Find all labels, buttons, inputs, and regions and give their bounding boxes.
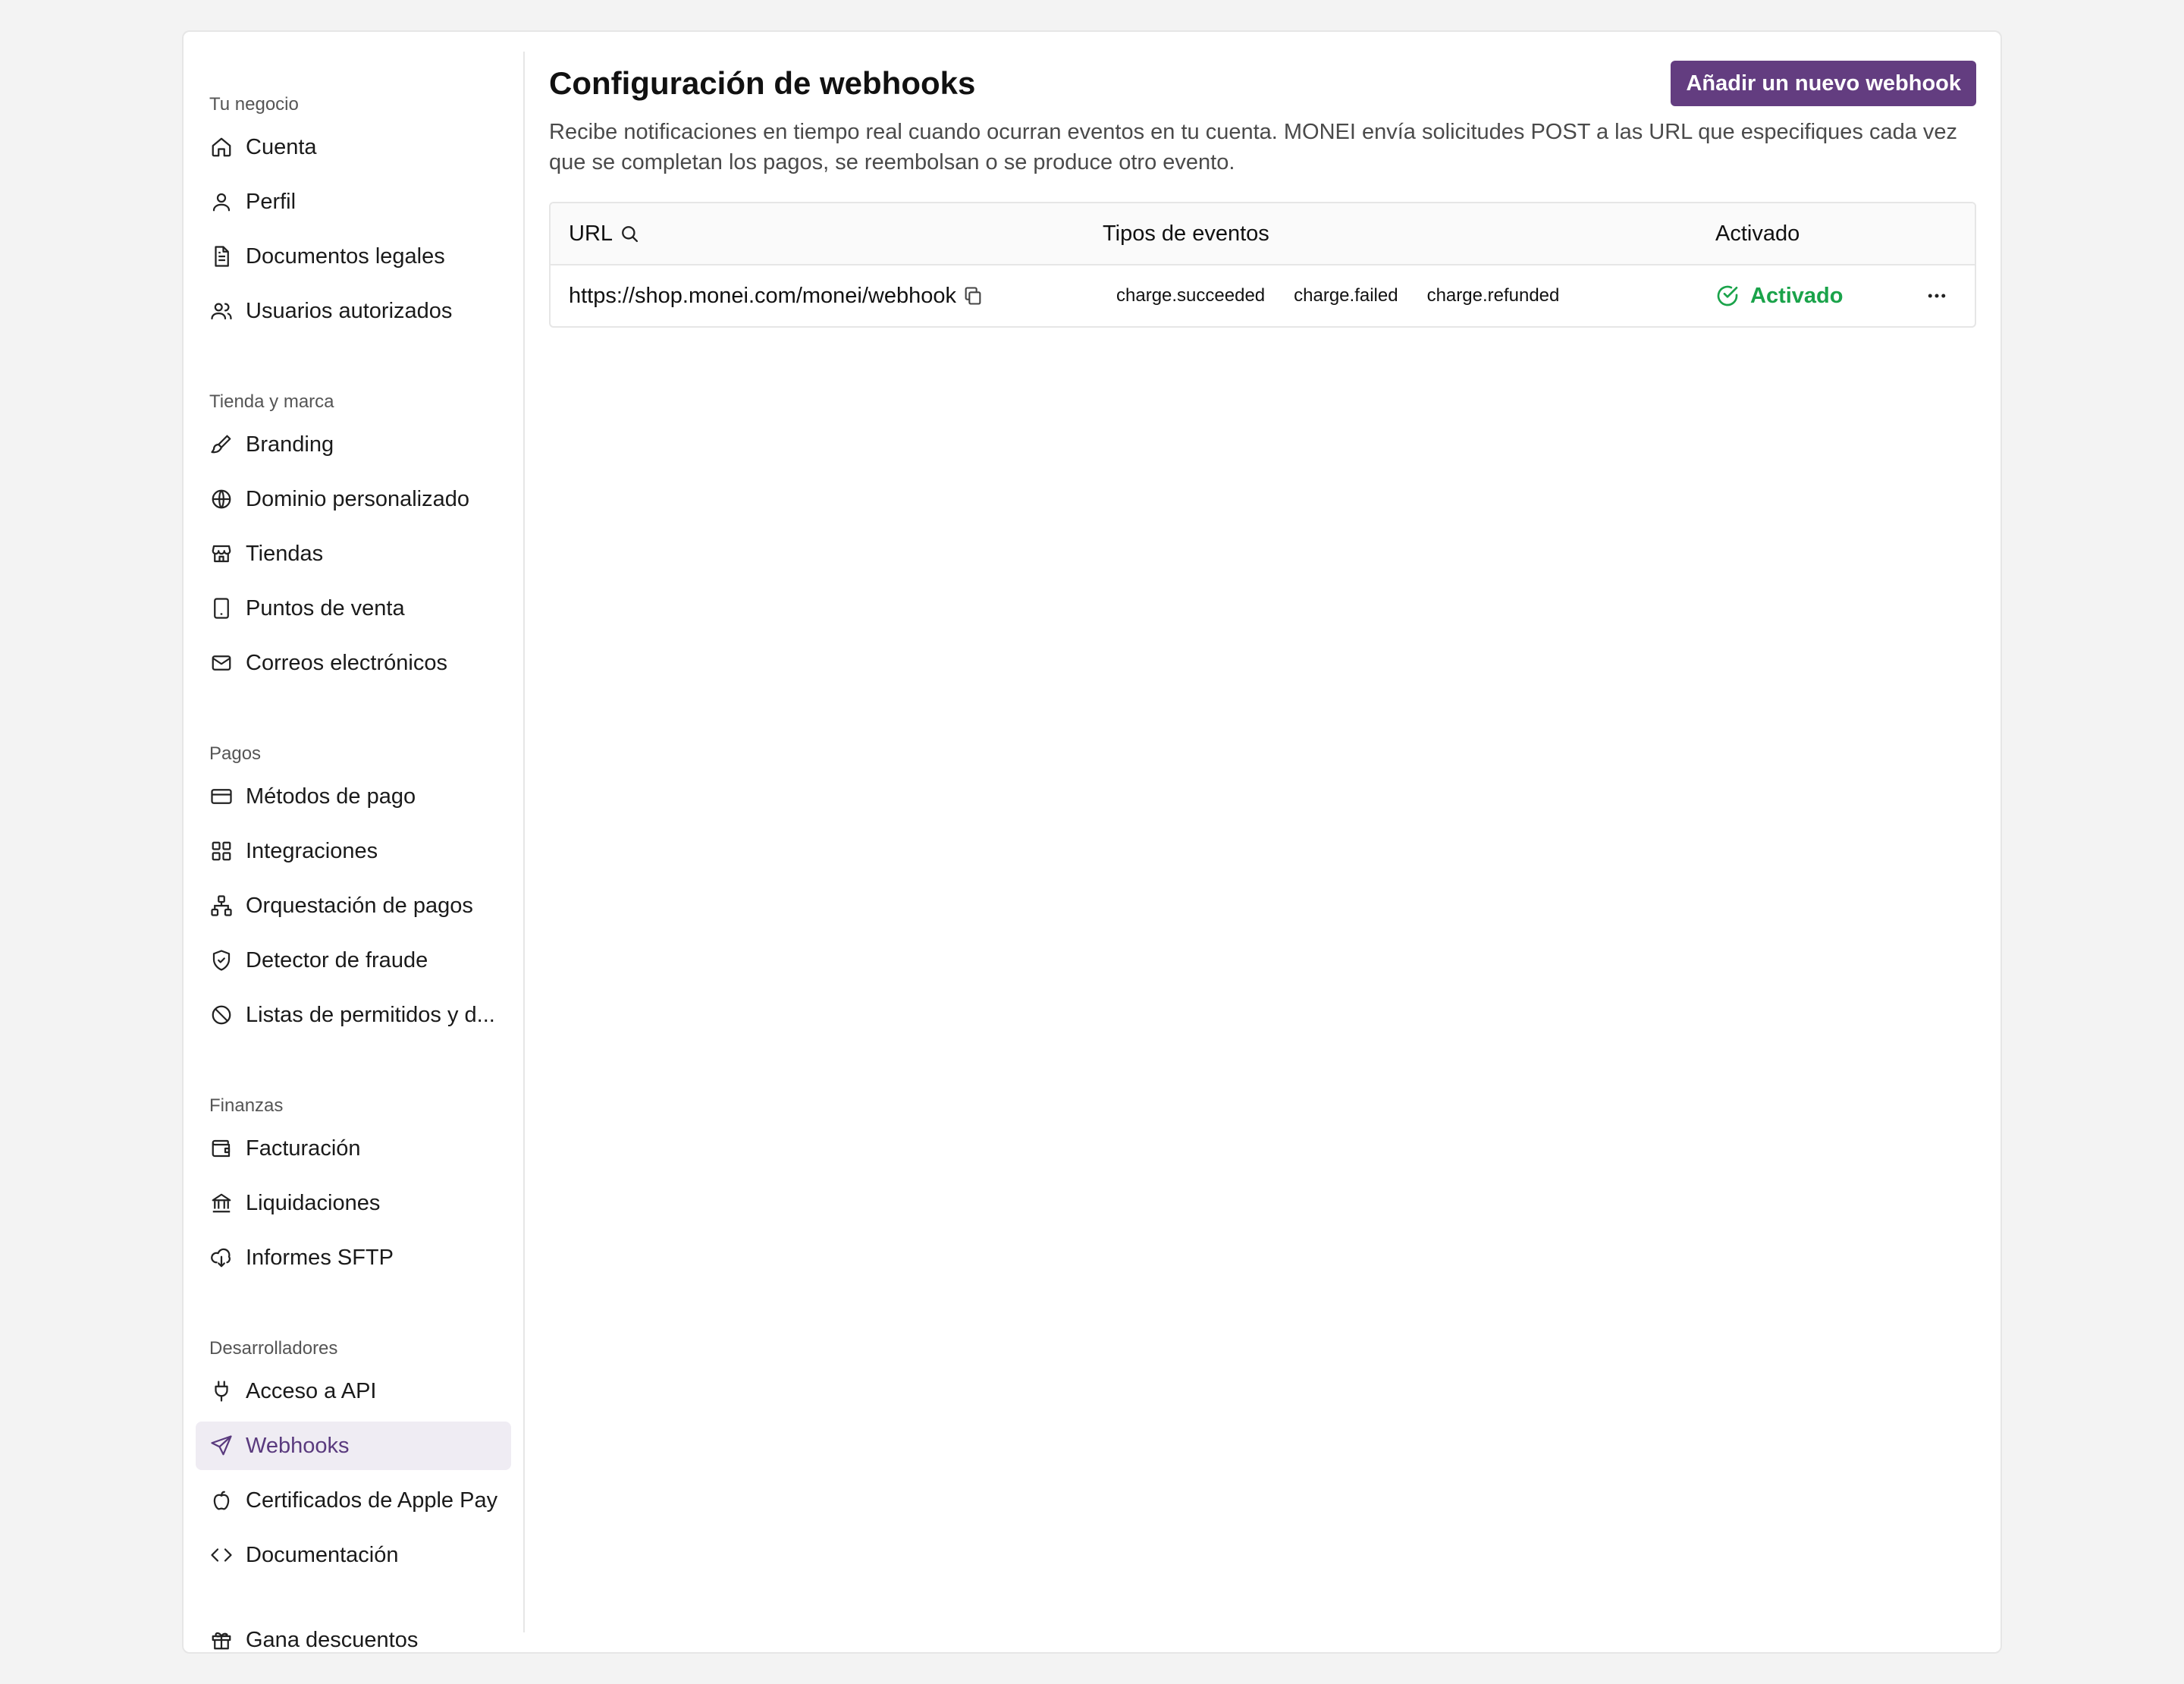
sidebar-item-correos-electronicos[interactable]: Correos electrónicos xyxy=(196,639,511,687)
table-header: URL Tipos de eventos Activado xyxy=(551,203,1975,265)
check-circle-icon xyxy=(1717,285,1738,306)
add-webhook-button[interactable]: Añadir un nuevo webhook xyxy=(1671,61,1976,106)
sidebar-item-label: Webhooks xyxy=(246,1433,350,1458)
globe-icon xyxy=(209,487,234,511)
network-icon xyxy=(209,894,234,918)
status-badge: Activado xyxy=(1715,284,1843,309)
sidebar-item-label: Acceso a API xyxy=(246,1378,377,1403)
sidebar-item-gana-descuentos[interactable]: Gana descuentos xyxy=(196,1616,511,1664)
webhooks-table: URL Tipos de eventos Activado https://sh… xyxy=(549,202,1976,328)
search-icon[interactable] xyxy=(619,223,640,244)
sidebar-item-label: Informes SFTP xyxy=(246,1245,394,1270)
sidebar-item-webhooks[interactable]: Webhooks xyxy=(196,1422,511,1470)
sidebar-item-label: Puntos de venta xyxy=(246,595,405,621)
column-header-url[interactable]: URL xyxy=(569,203,640,264)
group-label-desarrolladores: Desarrolladores xyxy=(209,1338,338,1359)
sidebar-item-label: Gana descuentos xyxy=(246,1627,419,1652)
sidebar-item-label: Certificados de Apple Pay xyxy=(246,1488,498,1513)
more-horizontal-icon xyxy=(1928,294,1946,298)
sidebar-item-acceso-a-api[interactable]: Acceso a API xyxy=(196,1367,511,1415)
sidebar-item-label: Usuarios autorizados xyxy=(246,298,453,323)
sidebar-item-integraciones[interactable]: Integraciones xyxy=(196,827,511,875)
home-icon xyxy=(209,135,234,159)
sidebar-item-usuarios-autorizados[interactable]: Usuarios autorizados xyxy=(196,287,511,335)
sidebar-item-label: Facturación xyxy=(246,1136,361,1161)
sidebar-item-detector-de-fraude[interactable]: Detector de fraude xyxy=(196,936,511,985)
sidebar-item-label: Documentación xyxy=(246,1542,399,1567)
event-tag: charge.refunded xyxy=(1426,285,1560,306)
sidebar-item-metodos-de-pago[interactable]: Métodos de pago xyxy=(196,772,511,821)
column-header-enabled: Activado xyxy=(1715,221,1800,246)
sidebar-item-documentos-legales[interactable]: Documentos legales xyxy=(196,232,511,281)
webhook-url-cell: https://shop.monei.com/monei/webhook xyxy=(569,265,984,326)
column-header-events: Tipos de eventos xyxy=(1103,221,1269,246)
settings-sidebar: Tu negocio Cuenta Perfil Documentos lega… xyxy=(184,52,525,1652)
tablet-icon xyxy=(209,596,234,621)
sidebar-item-documentacion[interactable]: Documentación xyxy=(196,1531,511,1579)
sidebar-item-label: Integraciones xyxy=(246,838,378,863)
gift-icon xyxy=(209,1628,234,1652)
shield-check-icon xyxy=(209,948,234,972)
group-label-tu-negocio: Tu negocio xyxy=(209,94,299,115)
code-icon xyxy=(209,1543,234,1567)
sidebar-item-label: Tiendas xyxy=(246,541,324,566)
sidebar-item-label: Liquidaciones xyxy=(246,1190,381,1215)
document-icon xyxy=(209,244,234,269)
settings-panel: Tu negocio Cuenta Perfil Documentos lega… xyxy=(182,30,2002,1654)
page-description: Recibe notificaciones en tiempo real cua… xyxy=(549,120,1958,174)
event-tag: charge.failed xyxy=(1294,285,1398,306)
sidebar-item-perfil[interactable]: Perfil xyxy=(196,178,511,226)
bank-icon xyxy=(209,1191,234,1215)
users-icon xyxy=(209,299,234,323)
column-header-label: URL xyxy=(569,221,613,246)
copy-icon[interactable] xyxy=(962,285,984,306)
sidebar-item-tiendas[interactable]: Tiendas xyxy=(196,529,511,578)
mail-icon xyxy=(209,651,234,675)
sidebar-item-label: Branding xyxy=(246,432,334,457)
store-icon xyxy=(209,542,234,566)
row-actions-button[interactable] xyxy=(1923,282,1950,309)
sidebar-item-label: Correos electrónicos xyxy=(246,650,447,675)
status-cell: Activado xyxy=(1715,265,1843,326)
status-label: Activado xyxy=(1750,283,1844,308)
table-row[interactable]: https://shop.monei.com/monei/webhook cha… xyxy=(551,265,1975,326)
sidebar-item-certificados-apple-pay[interactable]: Certificados de Apple Pay xyxy=(196,1476,511,1525)
group-label-tienda-y-marca: Tienda y marca xyxy=(209,391,334,412)
plug-icon xyxy=(209,1379,234,1403)
sidebar-item-dominio-personalizado[interactable]: Dominio personalizado xyxy=(196,475,511,523)
group-label-pagos: Pagos xyxy=(209,743,262,764)
credit-card-icon xyxy=(209,784,234,809)
sidebar-item-liquidaciones[interactable]: Liquidaciones xyxy=(196,1179,511,1227)
grid-icon xyxy=(209,839,234,863)
sidebar-item-label: Cuenta xyxy=(246,134,317,159)
sidebar-item-branding[interactable]: Branding xyxy=(196,420,511,469)
event-types-cell: charge.succeeded charge.failed charge.re… xyxy=(1116,265,1588,326)
sidebar-item-label: Perfil xyxy=(246,189,297,214)
sidebar-item-label: Métodos de pago xyxy=(246,784,416,809)
event-tag: charge.succeeded xyxy=(1116,285,1266,306)
send-icon xyxy=(209,1434,234,1458)
webhook-url: https://shop.monei.com/monei/webhook xyxy=(569,283,956,308)
wallet-icon xyxy=(209,1136,234,1161)
sidebar-item-label: Dominio personalizado xyxy=(246,486,469,511)
user-icon xyxy=(209,190,234,214)
sidebar-item-label: Orquestación de pagos xyxy=(246,893,473,918)
sidebar-item-orquestacion-de-pagos[interactable]: Orquestación de pagos xyxy=(196,881,511,930)
sidebar-item-label: Detector de fraude xyxy=(246,947,428,972)
sidebar-item-listas-de-permitidos[interactable]: Listas de permitidos y d... xyxy=(196,991,511,1039)
sidebar-item-informes-sftp[interactable]: Informes SFTP xyxy=(196,1233,511,1282)
sidebar-item-label: Listas de permitidos y d... xyxy=(246,1002,495,1027)
apple-icon xyxy=(209,1488,234,1513)
cloud-download-icon xyxy=(209,1246,234,1270)
sidebar-item-label: Documentos legales xyxy=(246,243,445,269)
ban-icon xyxy=(209,1003,234,1027)
sidebar-item-puntos-de-venta[interactable]: Puntos de venta xyxy=(196,584,511,633)
page-title: Configuración de webhooks xyxy=(549,65,976,101)
webhooks-main: Configuración de webhooks Añadir un nuev… xyxy=(549,32,1976,1652)
paintbrush-icon xyxy=(209,432,234,457)
group-label-finanzas: Finanzas xyxy=(209,1095,284,1116)
sidebar-item-cuenta[interactable]: Cuenta xyxy=(196,123,511,171)
sidebar-item-facturacion[interactable]: Facturación xyxy=(196,1124,511,1173)
